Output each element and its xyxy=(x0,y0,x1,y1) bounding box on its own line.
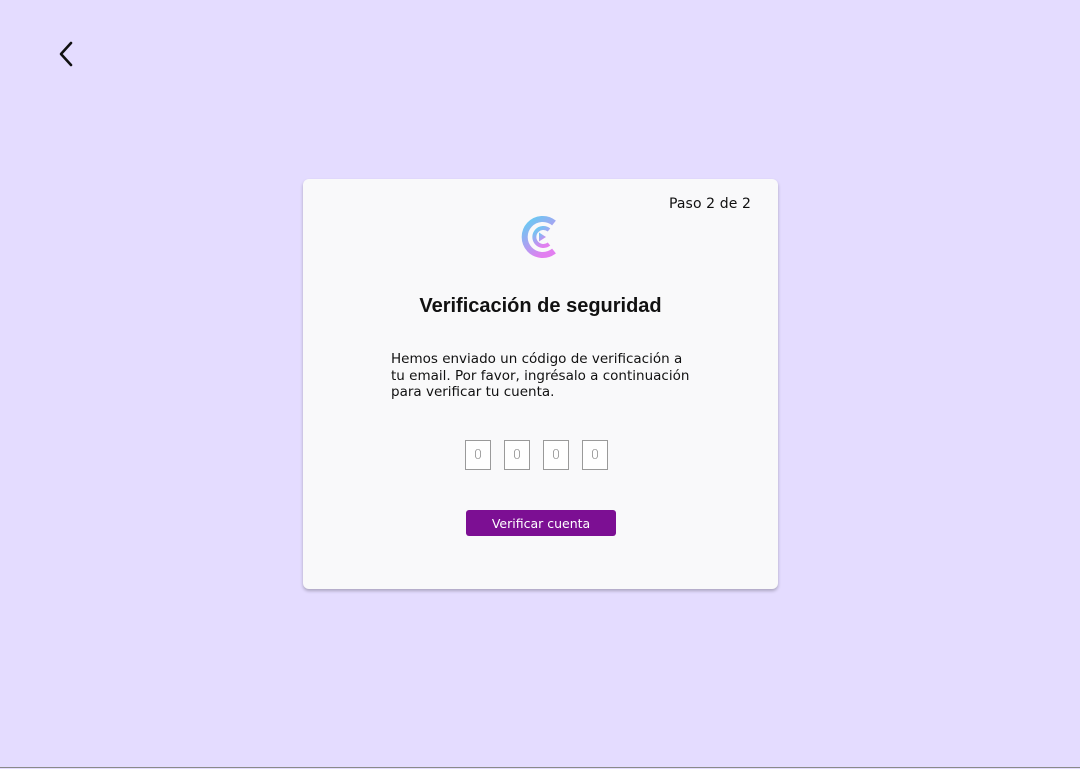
instructions-text: Hemos enviado un código de verificación … xyxy=(391,351,690,400)
brand-logo-icon xyxy=(520,215,560,259)
code-input-group: 0 0 0 0 xyxy=(465,440,608,470)
step-indicator: Paso 2 de 2 xyxy=(668,196,751,212)
verification-card: Paso 2 de 2 Verificación de seguridad He… xyxy=(303,179,778,589)
chevron-left-icon xyxy=(59,41,73,67)
page-title: Verificación de seguridad xyxy=(419,295,662,317)
code-digit-input-2[interactable]: 0 xyxy=(504,440,530,470)
code-digit-input-4[interactable]: 0 xyxy=(582,440,608,470)
code-digit-input-1[interactable]: 0 xyxy=(465,440,491,470)
verify-account-button[interactable]: Verificar cuenta xyxy=(466,510,616,536)
back-button[interactable] xyxy=(48,36,84,72)
code-digit-input-3[interactable]: 0 xyxy=(543,440,569,470)
